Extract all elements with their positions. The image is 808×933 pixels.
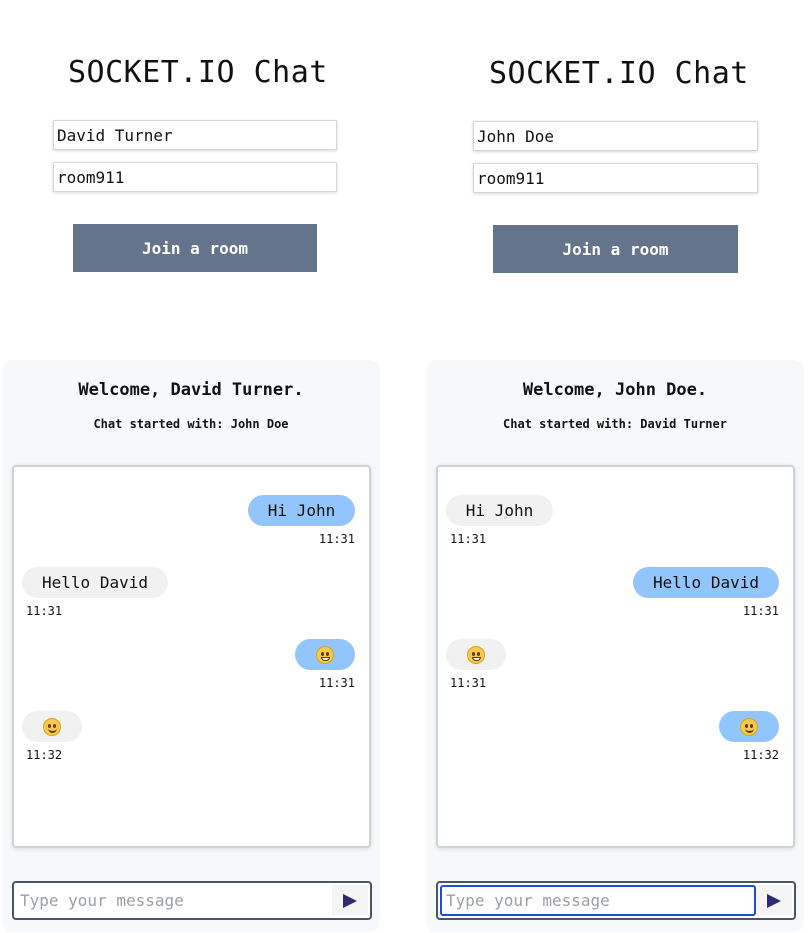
right-message-list[interactable]: Hi John 11:31 Hello David 11:31 11:31 11…	[436, 465, 795, 848]
right-username-input[interactable]	[473, 121, 758, 151]
left-send-button[interactable]	[332, 885, 368, 916]
message-time: 11:31	[450, 532, 487, 546]
message-bubble-received	[22, 711, 82, 742]
slightly-smiling-face-emoji-icon	[43, 717, 61, 736]
right-message-composer	[436, 881, 796, 920]
right-chat-panel: Welcome, John Doe. Chat started with: Da…	[426, 360, 804, 932]
left-message-input[interactable]	[16, 885, 332, 916]
message-text: Hello David	[42, 573, 148, 592]
message-time: 11:31	[450, 676, 487, 690]
right-message-input[interactable]	[440, 885, 756, 916]
message-bubble-sent	[719, 711, 779, 742]
message-bubble-sent	[295, 639, 355, 670]
message-time: 11:31	[318, 532, 355, 546]
left-welcome-text: Welcome, David Turner.	[78, 380, 304, 400]
right-room-input[interactable]	[473, 163, 758, 193]
message-text: Hi John	[267, 501, 336, 520]
message-bubble-sent: Hi John	[248, 495, 355, 526]
left-chat-started-text: Chat started with: John Doe	[93, 417, 289, 431]
send-arrow-icon	[767, 893, 781, 908]
message-text: Hello David	[653, 573, 759, 592]
slightly-smiling-face-emoji-icon	[740, 717, 758, 736]
message-time: 11:31	[742, 604, 779, 618]
right-join-room-button[interactable]: Join a room	[493, 225, 738, 273]
left-message-list[interactable]: Hi John 11:31 Hello David 11:31 11:31 11…	[12, 465, 371, 848]
left-chat-panel: Welcome, David Turner. Chat started with…	[2, 360, 380, 932]
right-chat-started-text: Chat started with: David Turner	[503, 417, 727, 431]
grinning-face-emoji-icon	[316, 645, 334, 664]
left-message-composer	[12, 881, 372, 920]
message-bubble-received	[446, 639, 506, 670]
message-bubble-sent: Hello David	[633, 567, 779, 598]
left-join-room-button[interactable]: Join a room	[73, 224, 317, 272]
message-bubble-received: Hi John	[446, 495, 553, 526]
message-time: 11:32	[742, 748, 779, 762]
left-username-input[interactable]	[53, 120, 337, 150]
message-time: 11:31	[26, 604, 63, 618]
left-title: SOCKET.IO Chat	[68, 55, 328, 90]
message-time: 11:32	[26, 748, 63, 762]
message-text: Hi John	[465, 501, 534, 520]
right-title: SOCKET.IO Chat	[489, 56, 749, 91]
left-room-input[interactable]	[53, 162, 337, 192]
send-arrow-icon	[343, 893, 357, 908]
message-time: 11:31	[318, 676, 355, 690]
right-welcome-text: Welcome, John Doe.	[522, 380, 708, 400]
grinning-face-emoji-icon	[467, 645, 485, 664]
message-bubble-received: Hello David	[22, 567, 168, 598]
right-send-button[interactable]	[756, 885, 792, 916]
